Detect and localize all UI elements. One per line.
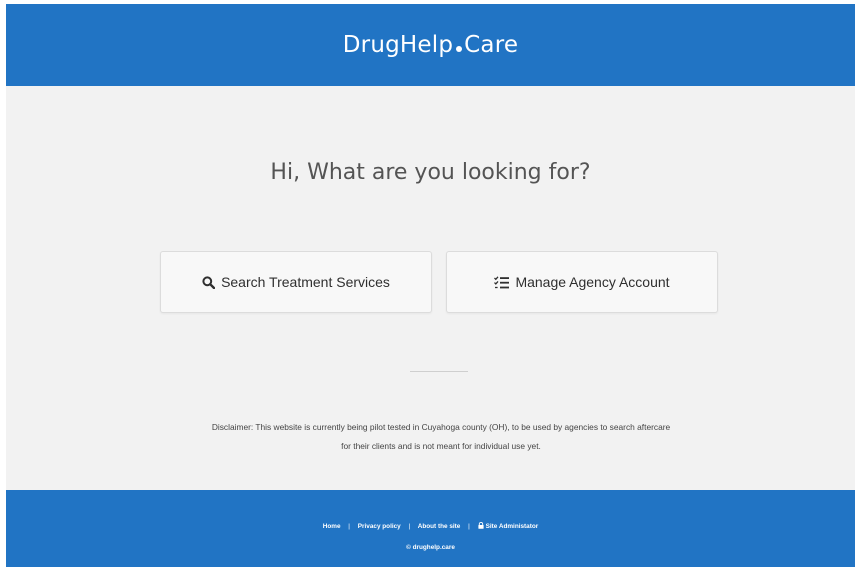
- brand-name-right: Care: [464, 32, 519, 58]
- page-frame: DrugHelp Care Hi, What are you looking f…: [6, 4, 855, 567]
- search-treatment-services-button[interactable]: Search Treatment Services: [160, 251, 432, 313]
- disclaimer-text: Disclaimer: This website is currently be…: [146, 418, 736, 456]
- footer-bar: Home | Privacy policy | About the site |…: [6, 490, 855, 567]
- disclaimer-line-1: Disclaimer: This website is currently be…: [211, 422, 671, 432]
- header-bar: DrugHelp Care: [6, 4, 855, 86]
- brand-name-left: DrugHelp: [342, 32, 454, 58]
- footer-separator: |: [468, 523, 470, 530]
- search-treatment-services-label: Search Treatment Services: [221, 274, 390, 290]
- footer-link-site-administrator-label: Site Administator: [485, 523, 539, 530]
- manage-agency-account-button[interactable]: Manage Agency Account: [446, 251, 718, 313]
- site-logo[interactable]: DrugHelp Care: [343, 32, 518, 58]
- search-icon: [202, 275, 216, 289]
- footer-link-home[interactable]: Home: [323, 523, 341, 530]
- footer-link-site-administrator[interactable]: Site Administator: [477, 521, 539, 531]
- lock-icon: [477, 521, 484, 531]
- footer-separator: |: [408, 523, 411, 530]
- footer-links: Home | Privacy policy | About the site |…: [6, 521, 855, 531]
- manage-agency-account-label: Manage Agency Account: [515, 274, 670, 290]
- footer-separator: |: [348, 523, 350, 530]
- footer-link-privacy-policy[interactable]: Privacy policy: [358, 523, 401, 530]
- checklist-icon: [494, 275, 510, 289]
- section-divider: [410, 371, 468, 372]
- page-headline: Hi, What are you looking for?: [270, 160, 591, 185]
- disclaimer-line-2: for their clients and is not meant for i…: [341, 441, 541, 451]
- footer-link-about-the-site[interactable]: About the site: [418, 523, 461, 530]
- copyright-text: © drughelp.care: [406, 544, 455, 551]
- brand-dot: [456, 46, 463, 52]
